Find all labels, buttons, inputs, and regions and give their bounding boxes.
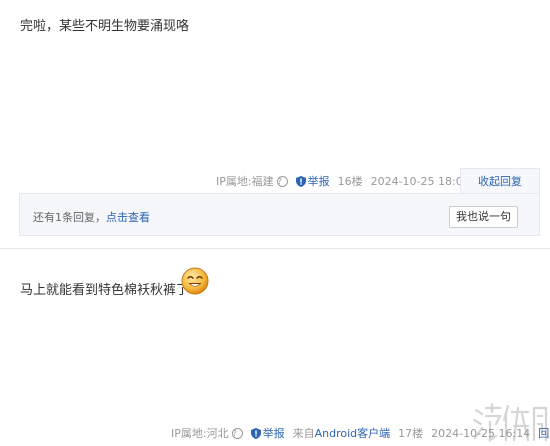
post-list: 完啦，某些不明生物要涌现咯 IP属地:福建 ? 举报 16楼 2024-10-2… bbox=[0, 0, 550, 446]
smiley-face-icon bbox=[181, 267, 209, 295]
collapse-reply-button[interactable]: 收起回复 bbox=[460, 168, 540, 194]
help-icon[interactable]: ? bbox=[276, 175, 288, 187]
shield-icon bbox=[250, 427, 261, 439]
post-meta: IP属地:福建 ? 举报 16楼 2024-10-25 18:07 bbox=[216, 173, 478, 189]
client-link[interactable]: Android客户端 bbox=[315, 425, 391, 441]
report-label: 举报 bbox=[262, 427, 285, 440]
shield-icon bbox=[295, 175, 306, 187]
more-replies-text: 还有1条回复， bbox=[33, 211, 106, 224]
client-source: 来自 Android客户端 bbox=[293, 425, 391, 441]
report-button[interactable]: 举报 bbox=[295, 173, 330, 189]
post-timestamp: 2024-10-25 18:07 bbox=[370, 174, 470, 188]
report-label: 举报 bbox=[307, 175, 330, 188]
ip-location-label: IP属地:福建 bbox=[216, 175, 274, 188]
say-something-button[interactable]: 我也说一句 bbox=[449, 206, 518, 228]
reply-button[interactable]: 回复 bbox=[538, 425, 550, 441]
from-prefix: 来自 bbox=[292, 427, 315, 440]
report-button[interactable]: 举报 bbox=[250, 425, 285, 441]
post-content: 完啦，某些不明生物要涌现咯 bbox=[20, 19, 190, 34]
more-replies-notice: 还有1条回复，点击查看 bbox=[33, 209, 150, 225]
post-meta: IP属地:河北 ? 举报 来自 Android客户端 17楼 2024-10-25… bbox=[171, 425, 550, 441]
reply-panel: 还有1条回复，点击查看 我也说一句 bbox=[19, 193, 540, 236]
post-content: 马上就能看到特色棉袄秋裤了 bbox=[20, 283, 190, 298]
view-replies-link[interactable]: 点击查看 bbox=[106, 211, 150, 224]
ip-location: IP属地:河北 ? bbox=[171, 425, 243, 441]
help-icon[interactable]: ? bbox=[231, 427, 243, 439]
post-divider bbox=[0, 248, 550, 249]
floor-number: 16楼 bbox=[337, 175, 363, 188]
ip-location: IP属地:福建 ? bbox=[216, 173, 288, 189]
ip-location-label: IP属地:河北 bbox=[171, 427, 229, 440]
post-timestamp: 2024-10-25 16:14 bbox=[431, 426, 531, 440]
floor-number: 17楼 bbox=[398, 427, 424, 440]
